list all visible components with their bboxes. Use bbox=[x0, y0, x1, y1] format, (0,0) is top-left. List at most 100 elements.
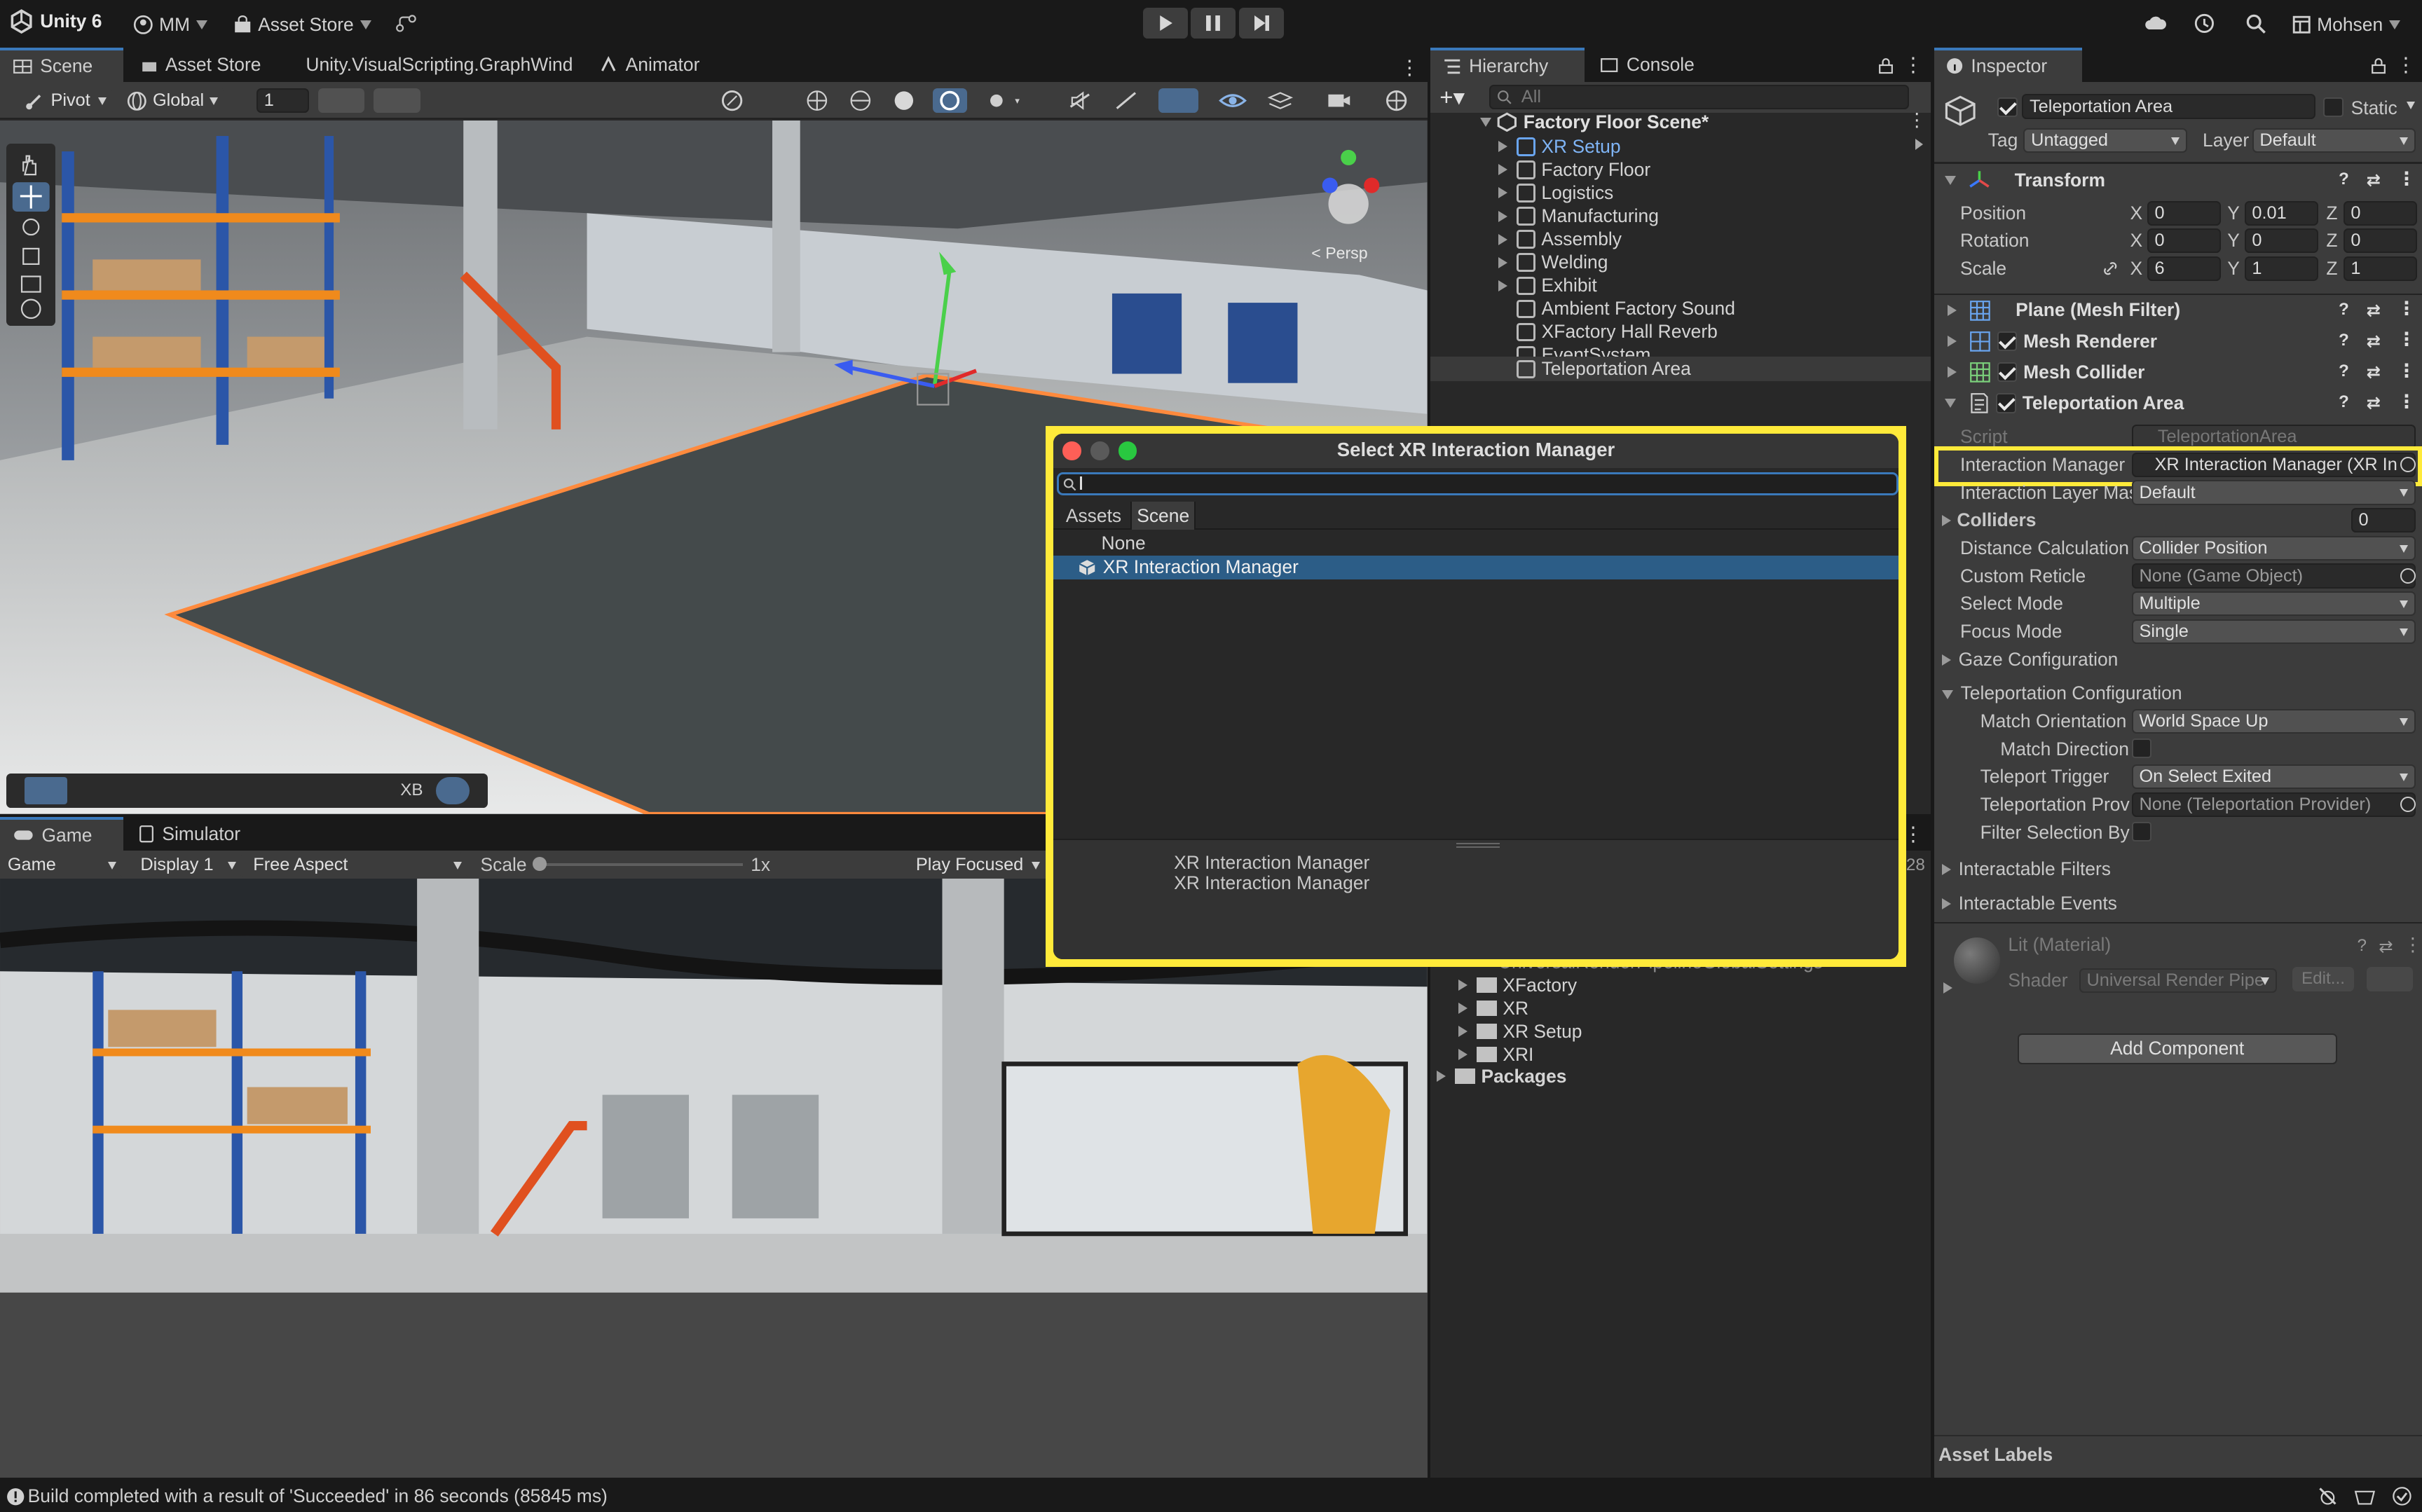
position-x-field[interactable]: 0 bbox=[2147, 200, 2222, 226]
hierarchy-item-xr-setup[interactable]: XR Setup bbox=[1430, 135, 1931, 159]
more-options-icon[interactable]: ⋮ bbox=[2397, 168, 2416, 190]
position-z-field[interactable]: 0 bbox=[2343, 200, 2418, 226]
scale-slider[interactable] bbox=[535, 863, 744, 867]
rotation-x-field[interactable]: 0 bbox=[2147, 228, 2222, 254]
mesh-renderer-header[interactable]: Mesh Renderer ? ⇄ ⋮ bbox=[1934, 326, 2422, 357]
account-dropdown[interactable]: MM bbox=[123, 9, 217, 40]
help-icon[interactable]: ? bbox=[2339, 331, 2349, 350]
foldout-teleportation-configuration[interactable]: Teleportation Configuration bbox=[1941, 682, 2182, 704]
scale-x-field[interactable]: 6 bbox=[2147, 256, 2222, 282]
overlay-grid-button[interactable] bbox=[116, 777, 159, 805]
mesh-filter-header[interactable]: Plane (Mesh Filter) ? ⇄ ⋮ bbox=[1934, 295, 2422, 326]
field-label-colliders[interactable]: Colliders bbox=[1941, 509, 2037, 531]
add-object-button[interactable]: +▾ bbox=[1439, 83, 1465, 111]
hand-tool-button[interactable] bbox=[13, 150, 50, 179]
aspect-dropdown[interactable]: Free Aspect bbox=[245, 852, 470, 877]
custom-reticle-field[interactable]: None (Game Object) bbox=[2131, 563, 2416, 589]
gizmo-orientation-button[interactable] bbox=[720, 88, 766, 113]
grid-snap-button[interactable] bbox=[318, 88, 365, 113]
play-focused-dropdown[interactable]: Play Focused bbox=[908, 852, 1048, 877]
chevron-down-icon[interactable] bbox=[2406, 102, 2415, 110]
more-options-icon[interactable]: ⋮ bbox=[1400, 55, 1420, 80]
hierarchy-item-hall-reverb[interactable]: XFactory Hall Reverb bbox=[1430, 319, 1931, 344]
grid-size-field[interactable]: 1 bbox=[256, 88, 309, 113]
hierarchy-item-manufacturing[interactable]: Manufacturing bbox=[1430, 204, 1931, 228]
more-options-icon[interactable]: ⋮ bbox=[2397, 329, 2416, 350]
tab-game[interactable]: Game bbox=[0, 816, 124, 851]
foldout-interactable-filters[interactable]: Interactable Filters bbox=[1941, 858, 2111, 880]
shader-dropdown[interactable]: Universal Render Pipe bbox=[2079, 968, 2277, 994]
increment-snap-button[interactable] bbox=[374, 88, 420, 113]
shader-options-button[interactable] bbox=[2366, 966, 2413, 991]
hierarchy-item-assembly[interactable]: Assembly bbox=[1430, 227, 1931, 252]
project-folder-xr-setup[interactable]: XR Setup bbox=[1430, 1019, 1931, 1044]
tab-console[interactable]: Console bbox=[1588, 48, 1707, 81]
cloud-icon[interactable] bbox=[2144, 14, 2167, 32]
static-checkbox[interactable] bbox=[2322, 97, 2344, 118]
preset-icon[interactable]: ⇄ bbox=[2367, 362, 2381, 383]
wireframe-icon[interactable] bbox=[803, 88, 831, 113]
match-orientation-dropdown[interactable]: World Space Up bbox=[2131, 708, 2416, 734]
more-options-icon[interactable]: ⋮ bbox=[2396, 53, 2416, 77]
scale-slider-thumb[interactable] bbox=[533, 857, 547, 872]
preset-icon[interactable]: ⇄ bbox=[2367, 392, 2381, 413]
tab-scene[interactable]: Scene bbox=[0, 48, 124, 82]
scale-z-field[interactable]: 1 bbox=[2343, 256, 2418, 282]
layer-dropdown[interactable]: Default bbox=[2252, 128, 2416, 153]
user-dropdown[interactable]: Mohsen bbox=[2283, 9, 2410, 40]
fx-icon[interactable] bbox=[1112, 88, 1140, 113]
layers-toggle-button[interactable] bbox=[1158, 88, 1199, 113]
select-mode-dropdown[interactable]: Multiple bbox=[2131, 591, 2416, 617]
shaded-icon[interactable] bbox=[890, 88, 918, 113]
overlay-move-button[interactable] bbox=[299, 777, 342, 805]
transform-header[interactable]: Transform ? ⇄ ⋮ bbox=[1934, 165, 2422, 196]
chevron-right-icon[interactable] bbox=[1915, 139, 1924, 151]
shaded-wireframe-icon[interactable] bbox=[847, 88, 875, 113]
audio-mute-icon[interactable] bbox=[1066, 88, 1094, 113]
edit-shader-button[interactable]: Edit... bbox=[2292, 966, 2355, 991]
preset-icon[interactable]: ⇄ bbox=[2367, 300, 2381, 321]
tab-scene[interactable]: Scene bbox=[1130, 502, 1196, 530]
help-icon[interactable]: ? bbox=[2339, 362, 2349, 381]
resize-handle[interactable] bbox=[1456, 843, 1500, 848]
hierarchy-item-teleportation-area[interactable]: Teleportation Area bbox=[1430, 357, 1931, 382]
camera-icon[interactable] bbox=[1325, 88, 1365, 113]
overlay-camera-button[interactable] bbox=[345, 777, 388, 805]
colliders-count-field[interactable]: 0 bbox=[2351, 508, 2416, 533]
tab-assets[interactable]: Assets bbox=[1060, 504, 1128, 528]
tag-dropdown[interactable]: Untagged bbox=[2023, 128, 2187, 153]
teleport-trigger-dropdown[interactable]: On Select Exited bbox=[2131, 764, 2416, 790]
list-item-xr-interaction-manager[interactable]: XR Interaction Manager bbox=[1053, 556, 1898, 579]
hierarchy-item-exhibit[interactable]: Exhibit bbox=[1430, 273, 1931, 298]
move-tool-button[interactable] bbox=[13, 182, 50, 212]
debug-mode-icon[interactable] bbox=[2317, 1485, 2339, 1507]
history-icon[interactable] bbox=[2194, 13, 2215, 34]
mesh-collider-header[interactable]: Mesh Collider ? ⇄ ⋮ bbox=[1934, 357, 2422, 387]
project-folder-xr[interactable]: XR bbox=[1430, 996, 1931, 1021]
help-icon[interactable]: ? bbox=[2339, 392, 2349, 412]
project-folder-packages[interactable]: Packages bbox=[1430, 1064, 1931, 1089]
gizmos-icon[interactable] bbox=[1384, 88, 1424, 113]
preset-icon[interactable]: ⇄ bbox=[2367, 331, 2381, 352]
position-y-field[interactable]: 0.01 bbox=[2244, 200, 2319, 226]
persp-label[interactable]: < Persp bbox=[1311, 244, 1367, 263]
tab-asset-store[interactable]: Asset Store bbox=[128, 48, 273, 81]
help-icon[interactable]: ? bbox=[2339, 170, 2349, 189]
preset-icon[interactable]: ⇄ bbox=[2379, 936, 2393, 957]
hierarchy-item-welding[interactable]: Welding bbox=[1430, 250, 1931, 275]
transform-tool-button[interactable] bbox=[13, 298, 50, 324]
tab-graph-window[interactable]: Unity.VisualScripting.GraphWindo bbox=[294, 48, 571, 81]
asset-labels-label[interactable]: Asset Labels bbox=[1938, 1444, 2053, 1466]
unity-menu[interactable]: Unity 6 bbox=[9, 9, 102, 34]
help-icon[interactable]: ? bbox=[2339, 300, 2349, 319]
tab-inspector[interactable]: Inspector bbox=[1934, 48, 2083, 82]
link-icon[interactable] bbox=[2101, 259, 2119, 277]
more-options-icon[interactable]: ⋮ bbox=[2397, 391, 2416, 413]
play-button[interactable] bbox=[1143, 8, 1188, 39]
layers-icon[interactable] bbox=[1266, 88, 1306, 113]
overlay-compass-button[interactable] bbox=[436, 776, 470, 805]
scale-tool-button[interactable] bbox=[13, 242, 50, 272]
teleportation-area-header[interactable]: Teleportation Area ? ⇄ ⋮ bbox=[1934, 387, 2422, 418]
hierarchy-search-input[interactable]: All bbox=[1489, 85, 1910, 110]
add-component-button[interactable]: Add Component bbox=[2017, 1033, 2337, 1064]
